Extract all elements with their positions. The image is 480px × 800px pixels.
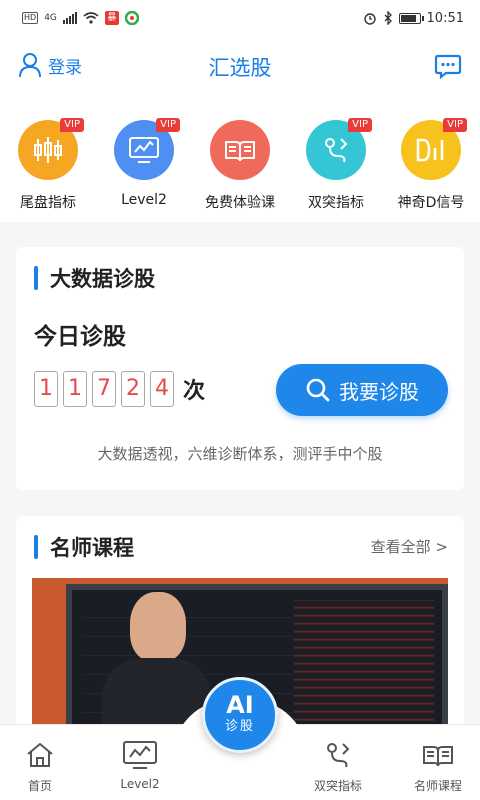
message-button[interactable] xyxy=(434,52,462,84)
vip-badge: VIP xyxy=(348,118,372,132)
network-type: 4G xyxy=(44,13,57,23)
ai-diagnose-button[interactable]: AI 诊股 xyxy=(202,677,278,753)
feature-shenqi-d-signal[interactable]: VIP 神奇D信号 xyxy=(386,118,476,212)
counter-digit: 7 xyxy=(92,371,116,407)
route-icon xyxy=(327,743,350,768)
nav-label: 首页 xyxy=(27,779,52,793)
vip-badge: VIP xyxy=(443,118,467,132)
counter-unit: 次 xyxy=(183,379,206,404)
alarm-icon xyxy=(363,13,376,25)
feature-label: Level2 xyxy=(121,192,167,208)
diagnose-stock-button[interactable]: 我要诊股 xyxy=(276,364,448,416)
feature-label: 免费体验课 xyxy=(205,195,275,211)
feature-label: 神奇D信号 xyxy=(397,195,465,211)
book-icon xyxy=(225,141,255,162)
feature-label: 尾盘指标 xyxy=(20,195,76,211)
battery-icon xyxy=(398,12,424,24)
app-notification-icon xyxy=(124,11,139,25)
feature-shuangtu-zhibiao[interactable]: VIP 双突指标 xyxy=(291,118,381,212)
signal-icon xyxy=(62,12,77,24)
wifi-icon xyxy=(83,12,99,24)
counter-digit: 4 xyxy=(150,371,174,407)
home-icon xyxy=(27,742,53,767)
chat-bubble-icon xyxy=(434,54,462,80)
counter-digit: 2 xyxy=(121,371,145,407)
nav-item-famous-course[interactable]: 名师课程 xyxy=(398,739,478,794)
vip-badge: VIP xyxy=(60,118,84,132)
book-icon xyxy=(423,746,453,767)
user-icon xyxy=(19,53,41,78)
hd-badge: HD xyxy=(22,12,39,24)
section-title-text: 大数据诊股 xyxy=(50,267,155,291)
ai-label: AI xyxy=(226,691,254,719)
route-icon xyxy=(325,138,348,163)
see-all-link[interactable]: 查看全部 > xyxy=(371,536,448,557)
vip-badge: VIP xyxy=(156,118,180,132)
status-bar: HD 4G 暴 10:51 xyxy=(0,0,480,36)
title-accent-bar xyxy=(34,266,38,290)
monitor-chart-icon xyxy=(129,137,159,163)
big-data-diagnose-card: 大数据诊股 今日诊股 1 1 7 2 4 次 我要诊股 大数据透视，六维诊断体系… xyxy=(16,247,464,490)
nav-item-level2[interactable]: Level2 xyxy=(100,739,180,791)
section-title-text: 名师课程 xyxy=(50,536,134,560)
feature-level2[interactable]: VIP Level2 xyxy=(99,118,189,208)
ai-sub-label: 诊股 xyxy=(224,719,255,734)
nav-label: Level2 xyxy=(120,777,160,791)
today-diagnose-label: 今日诊股 xyxy=(34,324,126,350)
feature-free-course[interactable]: 免费体验课 xyxy=(195,120,285,212)
feature-label: 双突指标 xyxy=(308,195,364,211)
feature-circle: VIP xyxy=(306,118,372,180)
feature-row: VIP 尾盘指标 VIP Level2 免费体验课 VIP 双突指标 VIP 神… xyxy=(0,98,480,222)
nav-item-shuangtu-zhibiao[interactable]: 双突指标 xyxy=(298,739,378,794)
login-label: 登录 xyxy=(48,57,82,78)
bluetooth-icon xyxy=(384,11,392,25)
d-signal-icon xyxy=(416,138,444,162)
nav-label: 名师课程 xyxy=(413,779,462,793)
notification-badge: 暴 xyxy=(104,11,119,25)
title-accent-bar xyxy=(34,535,38,559)
feature-circle: VIP xyxy=(114,118,180,180)
feature-circle xyxy=(210,120,270,180)
nav-label: 双突指标 xyxy=(313,779,362,793)
feature-weipan-zhibiao[interactable]: VIP 尾盘指标 xyxy=(3,118,93,212)
section-title: 名师课程 xyxy=(34,532,134,562)
nav-item-home[interactable]: 首页 xyxy=(0,739,80,794)
search-icon xyxy=(306,378,330,402)
counter-digit: 1 xyxy=(63,371,87,407)
clock: 10:51 xyxy=(426,10,464,26)
teacher-head xyxy=(130,592,186,662)
bottom-navigation: 首页 Level2 AI 诊股 双突指标 名师课程 xyxy=(0,677,480,800)
feature-circle: VIP xyxy=(401,118,467,180)
app-header: 登录 汇选股 xyxy=(0,36,480,98)
feature-circle: VIP xyxy=(18,118,84,180)
section-title: 大数据诊股 xyxy=(34,263,155,293)
diagnose-counter: 1 1 7 2 4 次 xyxy=(34,371,205,407)
monitor-chart-icon xyxy=(123,741,157,769)
candlestick-icon xyxy=(34,137,62,163)
counter-digit: 1 xyxy=(34,371,58,407)
diagnose-description: 大数据透视，六维诊断体系，测评手中个股 xyxy=(97,445,383,463)
login-button[interactable]: 登录 xyxy=(18,52,82,78)
diagnose-button-label: 我要诊股 xyxy=(339,379,419,404)
